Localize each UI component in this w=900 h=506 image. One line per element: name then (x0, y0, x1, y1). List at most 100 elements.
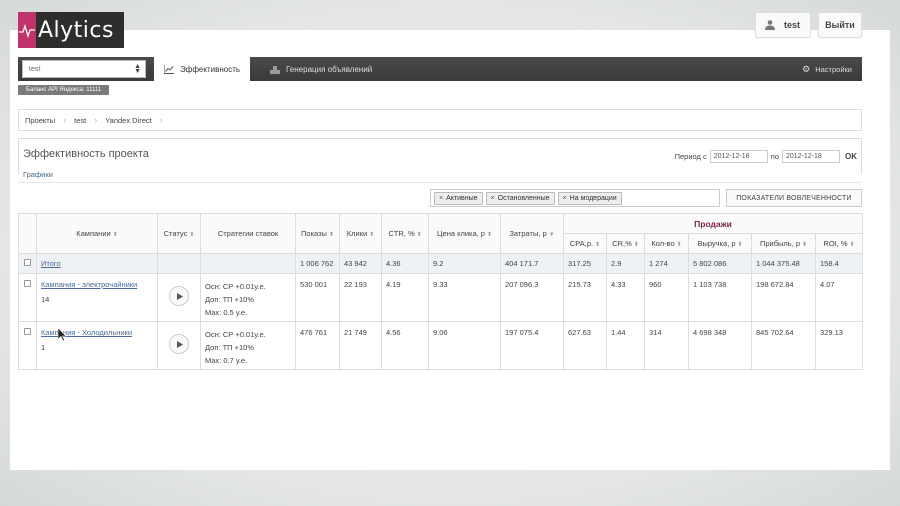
row-checkbox[interactable] (24, 280, 31, 287)
settings-link[interactable]: ⚙ Настройки (802, 57, 852, 81)
col-header-cr[interactable]: CR,% ⬍ (606, 233, 645, 254)
row-checkbox[interactable] (24, 259, 31, 266)
col-header-roi[interactable]: ROI, % ⬍ (814, 233, 864, 254)
sort-icon: ⬍ (676, 242, 682, 248)
col-header-status[interactable]: Статус ⬍ (157, 213, 201, 254)
main-navbar: test ▲ ▼ Эффективность Генерация объявлен… (18, 57, 862, 81)
filter-tag-label: Активные (446, 194, 478, 202)
cell-roi: 4.07 (814, 273, 864, 322)
col-header-cpc[interactable]: Цена клика, р ⬍ (428, 213, 501, 254)
total-link[interactable]: Итого (41, 259, 61, 268)
tab-ad-generation-label: Генерация объявлений (286, 64, 373, 74)
cell-status (157, 253, 201, 274)
chevron-right-icon: › (63, 115, 67, 125)
tab-efficiency[interactable]: Эффективность (154, 57, 251, 81)
cell-clicks: 43 942 (339, 253, 382, 274)
cell-cr: 4.33 (606, 273, 645, 322)
project-select-value: test (29, 65, 41, 73)
period-from-input[interactable]: 2012-12-18 (709, 150, 768, 163)
cell-cost: 207 096.3 (500, 273, 564, 322)
cell-clicks: 21 749 (339, 321, 382, 370)
chart-line-icon (164, 64, 174, 74)
remove-icon[interactable]: × (563, 195, 567, 202)
select-all-header (18, 213, 37, 254)
cell-clicks: 22 193 (339, 273, 382, 322)
cell-cost: 197 075.4 (500, 321, 564, 370)
row-checkbox[interactable] (24, 328, 31, 335)
col-header-impressions[interactable]: Показы ⬍ (295, 213, 340, 254)
campaign-link[interactable]: Кампания - электрочайники (41, 280, 137, 289)
remove-icon[interactable]: × (439, 195, 443, 202)
user-icon (765, 20, 775, 30)
cell-cpc: 9.2 (428, 253, 501, 274)
play-icon (176, 292, 183, 300)
play-button[interactable] (169, 334, 189, 354)
user-name: test (784, 20, 801, 30)
sort-icon: ⬍ (849, 242, 855, 248)
campaign-id: 1 (41, 343, 46, 352)
cell-qty: 314 (644, 321, 689, 370)
col-header-cost[interactable]: Затраты, р ▼ (500, 213, 564, 254)
cell-roi: 158.4 (814, 253, 864, 274)
filter-tag-label: Остановленные (497, 194, 550, 202)
tab-ad-generation[interactable]: Генерация объявлений (260, 57, 382, 81)
generator-icon (270, 65, 280, 74)
chevron-right-icon: › (94, 115, 98, 125)
period-ok-button[interactable]: OK (845, 152, 857, 161)
cell-ctr: 4.56 (381, 321, 429, 370)
period-to-label: по (770, 152, 779, 161)
cell-strategy (200, 253, 296, 274)
play-icon (176, 340, 183, 348)
cell-revenue: 1 103 738 (688, 273, 752, 322)
filter-tag-moderation[interactable]: × На модерации (557, 191, 622, 205)
col-header-qty[interactable]: Кол-во ⬍ (644, 233, 689, 254)
period-to-input[interactable]: 2012-12-18 (782, 150, 840, 163)
engagement-metrics-button[interactable]: ПОКАЗАТЕЛИ ВОВЛЕЧЕННОСТИ (726, 189, 862, 207)
api-balance-badge: Баланс API Яндекса: 11111 (18, 85, 110, 95)
breadcrumb-item: Yandex Direct (105, 115, 152, 125)
cell-revenue: 5 802 086 (688, 253, 752, 274)
campaign-link[interactable]: Кампания - Холодильники (41, 328, 132, 337)
campaigns-table: Кампании ⬍ Статус ⬍ Стратегии ставок Показ… (18, 213, 864, 370)
sort-icon: ⬍ (595, 242, 601, 248)
period-selector: Период с 2012-12-18 по 2012-12-18 OK (675, 150, 857, 163)
user-menu[interactable]: test (755, 12, 811, 38)
breadcrumb-item[interactable]: Проекты (23, 116, 63, 125)
sort-icon: ⬍ (802, 242, 808, 248)
cell-qty: 1 274 (644, 253, 689, 274)
logo-text: Alytics (38, 17, 114, 43)
sort-desc-icon: ▼ (548, 232, 555, 238)
col-header-ctr[interactable]: CTR, % ⬍ (381, 213, 429, 254)
sort-icon: ⬍ (112, 232, 118, 238)
project-select[interactable]: test ▲ ▼ (22, 60, 146, 78)
filter-tag-stopped[interactable]: × Остановленные (485, 191, 555, 205)
cell-strategy: Осн: СР +0.01у.е. Доп: ТП +10% Max: 0.5 … (200, 273, 296, 322)
cell-impressions: 1 006 762 (295, 253, 340, 274)
cell-revenue: 4 698 348 (688, 321, 752, 370)
col-header-revenue[interactable]: Выручка, р ⬍ (688, 233, 752, 254)
alytics-logo[interactable]: Alytics (18, 12, 124, 48)
remove-icon[interactable]: × (491, 195, 495, 202)
project-panel: Эффективность проекта Графики Период с 2… (18, 138, 862, 179)
breadcrumb: Проекты › test › Yandex Direct › (18, 109, 862, 131)
cell-impressions: 530 001 (295, 273, 340, 322)
charts-link[interactable]: Графики (23, 170, 53, 179)
logout-button[interactable]: Выйти (818, 12, 862, 38)
cell-cr: 1.44 (606, 321, 645, 370)
col-header-cpa[interactable]: CPA,р. ⬍ (563, 233, 607, 254)
table-row: Кампания - электрочайники 14 Осн: СР +0.… (18, 273, 864, 322)
sort-icon: ⬍ (369, 232, 375, 238)
breadcrumb-item[interactable]: test (72, 116, 94, 125)
mouse-cursor-icon (58, 328, 67, 342)
col-header-profit[interactable]: Прибыль, р ⬍ (751, 233, 816, 254)
cell-ctr: 4.19 (381, 273, 429, 322)
col-header-clicks[interactable]: Клики ⬍ (339, 213, 382, 254)
select-arrows-icon: ▲ ▼ (134, 63, 141, 75)
play-button[interactable] (169, 286, 189, 306)
filter-tag-active[interactable]: × Активные (434, 191, 483, 205)
status-filter-input[interactable]: × Активные × Остановленные × На модераци… (430, 189, 720, 207)
col-header-campaigns[interactable]: Кампании ⬍ (36, 213, 158, 254)
cell-cr: 2.9 (606, 253, 645, 274)
logo-pulse-icon (18, 12, 36, 48)
cell-ctr: 4.36 (381, 253, 429, 274)
